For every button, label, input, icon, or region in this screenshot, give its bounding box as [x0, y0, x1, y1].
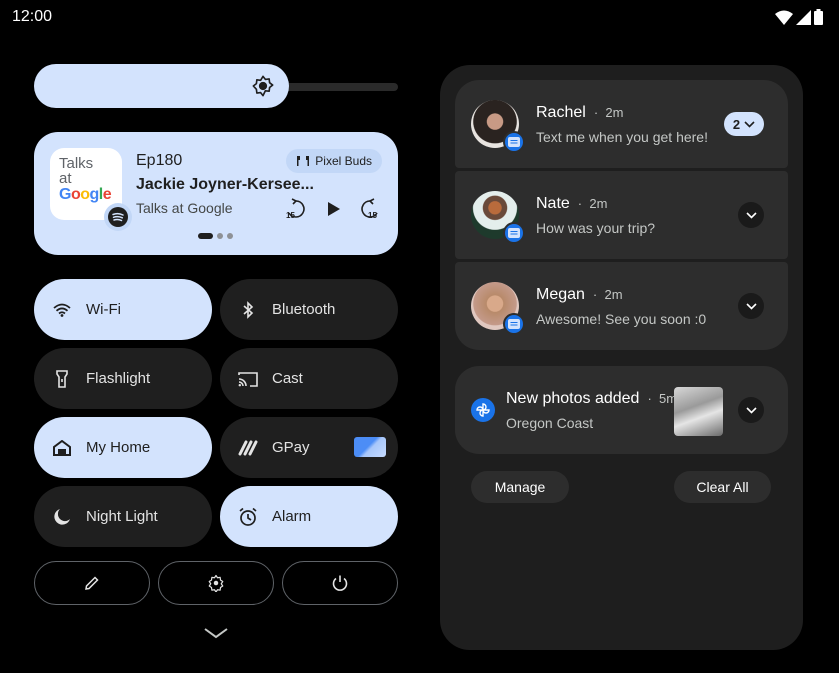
tile-label: Alarm	[272, 508, 312, 525]
tile-label: Flashlight	[86, 370, 151, 387]
media-controls: 15 15	[284, 198, 382, 220]
tile-wi-fi[interactable]: Wi-Fi	[34, 279, 212, 340]
bluetooth-icon	[238, 300, 258, 320]
chevron-down-icon	[745, 302, 757, 310]
photo-thumbnail[interactable]	[674, 387, 723, 436]
gpay-icon	[238, 438, 258, 458]
moon-icon	[52, 507, 72, 527]
spotify-icon	[104, 203, 132, 231]
output-device-label: Pixel Buds	[315, 154, 372, 168]
home-icon	[52, 438, 72, 458]
sender-name: Nate · 2m	[536, 195, 608, 212]
notification-title: New photos added · 5m	[506, 390, 678, 407]
wifi-icon	[52, 300, 72, 320]
album-text-line1: Talks	[59, 155, 94, 172]
tile-label: GPay	[272, 439, 310, 456]
svg-text:15: 15	[286, 211, 295, 220]
brightness-slider[interactable]	[34, 64, 398, 108]
chevron-down-icon	[744, 120, 755, 128]
notification-photos[interactable]: New photos added · 5m Oregon Coast	[455, 366, 788, 454]
earbuds-icon	[297, 156, 310, 166]
sender-name: Rachel · 2m	[536, 104, 624, 121]
sender-name: Megan · 2m	[536, 286, 623, 303]
notification-panel: Rachel · 2m Text me when you get here! 2 …	[440, 65, 803, 650]
tile-bluetooth[interactable]: Bluetooth	[220, 279, 398, 340]
clear-all-button[interactable]: Clear All	[674, 471, 771, 503]
page-indicator	[198, 233, 233, 239]
edit-button[interactable]	[34, 561, 150, 605]
message-text: Text me when you get here!	[536, 129, 708, 145]
collapse-chevron-icon[interactable]	[203, 626, 229, 640]
notification-nate[interactable]: Nate · 2m How was your trip?	[455, 171, 788, 259]
footer-buttons	[34, 561, 398, 605]
media-title: Jackie Joyner-Kersee...	[136, 176, 314, 193]
brightness-fill[interactable]	[34, 64, 289, 108]
album-brand: Google	[59, 186, 112, 203]
tile-flashlight[interactable]: Flashlight	[34, 348, 212, 409]
album-text-line2: at	[59, 170, 72, 187]
tile-label: Bluetooth	[272, 301, 336, 318]
alarm-icon	[238, 507, 258, 527]
payment-card-thumbnail	[354, 437, 386, 457]
message-count-chip[interactable]: 2	[724, 112, 764, 136]
expand-button[interactable]	[738, 202, 764, 228]
notification-subtitle: Oregon Coast	[506, 415, 594, 431]
media-artist: Talks at Google	[136, 200, 233, 216]
notification-rachel[interactable]: Rachel · 2m Text me when you get here! 2	[455, 80, 788, 168]
tile-gpay[interactable]: GPay	[220, 417, 398, 478]
page-dot[interactable]	[217, 233, 223, 239]
google-photos-icon	[471, 398, 495, 422]
edit-icon	[85, 576, 99, 590]
messages-icon	[503, 222, 525, 244]
cast-icon	[238, 369, 258, 389]
battery-icon	[814, 9, 823, 25]
tile-label: Cast	[272, 370, 303, 387]
chevron-down-icon	[745, 406, 757, 414]
tile-alarm[interactable]: Alarm	[220, 486, 398, 547]
svg-text:15: 15	[368, 211, 377, 220]
power-button[interactable]	[282, 561, 398, 605]
flashlight-icon	[52, 369, 72, 389]
forward-15-icon[interactable]: 15	[360, 198, 382, 220]
message-text: Awesome! See you soon :0	[536, 311, 707, 327]
media-player-card[interactable]: Talks at Google Ep180 Jackie Joyner-Kers…	[34, 132, 398, 255]
manage-button[interactable]: Manage	[471, 471, 569, 503]
tile-my-home[interactable]: My Home	[34, 417, 212, 478]
signal-icon	[796, 10, 811, 25]
power-icon	[332, 575, 348, 591]
expand-button[interactable]	[738, 397, 764, 423]
tile-cast[interactable]: Cast	[220, 348, 398, 409]
rewind-15-icon[interactable]: 15	[284, 198, 306, 220]
quick-settings-tiles: Wi-Fi Bluetooth Flashlight Cast My Home GPay N…	[34, 279, 398, 547]
episode-label: Ep180	[136, 152, 183, 169]
tile-night-light[interactable]: Night Light	[34, 486, 212, 547]
tile-label: Night Light	[86, 508, 158, 525]
notification-megan[interactable]: Megan · 2m Awesome! See you soon :0	[455, 262, 788, 350]
tile-label: My Home	[86, 439, 151, 456]
output-device-chip[interactable]: Pixel Buds	[286, 149, 382, 173]
settings-icon	[208, 574, 224, 592]
messages-icon	[503, 313, 525, 335]
status-bar: 12:00	[0, 0, 839, 34]
wifi-icon	[775, 10, 793, 25]
brightness-icon	[252, 75, 274, 97]
clock: 12:00	[12, 8, 53, 25]
page-dot[interactable]	[198, 233, 213, 239]
tile-label: Wi-Fi	[86, 301, 121, 318]
message-text: How was your trip?	[536, 220, 656, 236]
expand-button[interactable]	[738, 293, 764, 319]
chevron-down-icon	[745, 211, 757, 219]
settings-button[interactable]	[158, 561, 274, 605]
page-dot[interactable]	[227, 233, 233, 239]
status-icons	[775, 9, 823, 25]
messages-icon	[503, 131, 525, 153]
play-icon[interactable]	[322, 198, 344, 220]
